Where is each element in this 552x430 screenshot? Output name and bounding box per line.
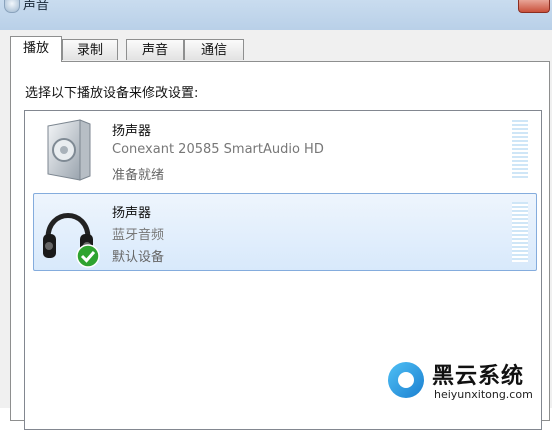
tab-playback[interactable]: 播放	[10, 36, 62, 62]
watermark-logo-icon	[388, 362, 424, 398]
device-status: 准备就绪	[112, 168, 165, 183]
device-name: 扬声器	[112, 206, 152, 221]
watermark-url: heiyunxitong.com	[434, 388, 533, 401]
speaker-app-icon	[4, 0, 20, 13]
default-device-check-icon	[76, 244, 100, 268]
tab-sounds[interactable]: 声音	[126, 39, 184, 60]
device-description: Conexant 20585 SmartAudio HD	[112, 142, 324, 157]
device-name: 扬声器	[112, 124, 152, 139]
volume-level-meter	[512, 202, 528, 262]
window-title: 声音	[23, 0, 50, 13]
tab-recording[interactable]: 录制	[62, 39, 118, 60]
close-button[interactable]	[518, 0, 550, 13]
device-description: 蓝牙音频	[112, 228, 165, 243]
sound-dialog: 播放 录制 声音 通信 选择以下播放设备来修改设置: 扬声器 Conexant …	[0, 30, 552, 430]
tab-communications[interactable]: 通信	[184, 39, 244, 60]
title-bar: 声音	[0, 0, 552, 30]
device-item-speakers[interactable]: 扬声器 Conexant 20585 SmartAudio HD 准备就绪	[33, 111, 537, 189]
device-item-bluetooth[interactable]: 扬声器 蓝牙音频 默认设备	[33, 193, 537, 271]
watermark-title: 黑云系统	[432, 364, 525, 389]
instruction-text: 选择以下播放设备来修改设置:	[25, 86, 199, 101]
volume-level-meter	[512, 120, 528, 180]
device-status: 默认设备	[112, 250, 165, 265]
watermark: 黑云系统 heiyunxitong.com	[380, 356, 552, 408]
speaker-icon	[40, 116, 104, 184]
